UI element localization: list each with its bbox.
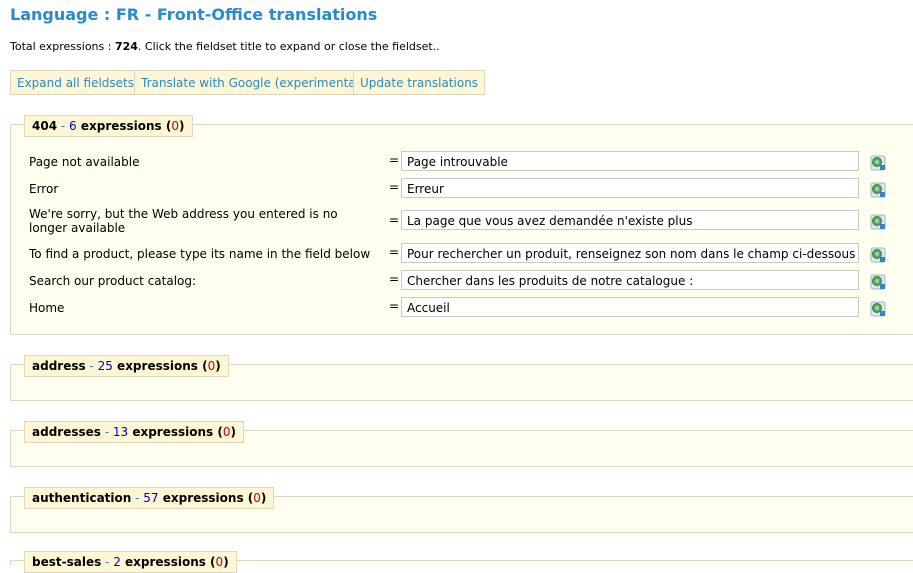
equals-sign: = bbox=[389, 245, 400, 259]
expression-label: Search our product catalog: bbox=[29, 274, 197, 288]
fieldset-word: expressions ( bbox=[128, 425, 223, 439]
expand-all-button[interactable]: Expand all fieldsets bbox=[10, 70, 142, 95]
expression-label: Error bbox=[29, 182, 59, 196]
fieldset-legend-addresses[interactable]: addresses - 13 expressions (0) bbox=[24, 421, 244, 443]
fieldset-legend-authentication[interactable]: authentication - 57 expressions (0) bbox=[24, 487, 275, 509]
fieldset-sep: - bbox=[85, 359, 98, 373]
total-count: 724 bbox=[114, 40, 138, 53]
expression-label: Page not available bbox=[29, 155, 140, 169]
fieldset-word: expressions ( bbox=[112, 359, 208, 373]
fieldset-close: ) bbox=[223, 555, 229, 569]
total-suffix: . Click the fieldset title to expand or … bbox=[137, 40, 440, 53]
translate-google-button[interactable]: Translate with Google (experimental) bbox=[134, 70, 371, 95]
translation-input[interactable]: Accueil bbox=[401, 297, 859, 317]
google-translate-icon[interactable] bbox=[870, 301, 886, 317]
translation-row: To find a product, please type its name … bbox=[29, 242, 909, 268]
expression-label: We're sorry, but the Web address you ent… bbox=[29, 207, 338, 235]
fieldset-count: 13 bbox=[112, 425, 129, 439]
fieldset-legend-best-sales[interactable]: best-sales - 2 expressions (0) bbox=[24, 551, 237, 573]
google-translate-icon[interactable] bbox=[870, 182, 886, 198]
fieldset-sep: - bbox=[101, 555, 114, 569]
equals-sign: = bbox=[389, 213, 400, 227]
google-translate-icon[interactable] bbox=[870, 247, 886, 263]
fieldset-404: 404 - 6 expressions (0) Page not availab… bbox=[10, 115, 913, 335]
translation-input[interactable]: Erreur bbox=[401, 178, 859, 198]
fieldset-close: ) bbox=[260, 491, 267, 505]
fieldset-count: 6 bbox=[69, 119, 77, 133]
page-title: Language : FR - Front-Office translation… bbox=[10, 5, 378, 24]
fieldset-name: 404 bbox=[32, 119, 58, 133]
fieldset-address: address - 25 expressions (0) bbox=[10, 355, 913, 401]
equals-sign: = bbox=[389, 272, 400, 286]
translation-input[interactable]: Pour rechercher un produit, renseignez s… bbox=[401, 243, 859, 263]
fieldset-missing: 0 bbox=[253, 491, 261, 505]
fieldset-best-sales: best-sales - 2 expressions (0) bbox=[10, 551, 913, 573]
fieldset-sep: - bbox=[57, 119, 70, 133]
translation-row: Home = Accueil bbox=[29, 296, 909, 322]
fieldset-close: ) bbox=[215, 359, 221, 373]
fieldset-authentication: authentication - 57 expressions (0) bbox=[10, 487, 913, 533]
fieldset-missing: 0 bbox=[171, 119, 180, 133]
translation-row: Search our product catalog: = Chercher d… bbox=[29, 269, 909, 295]
fieldset-addresses: addresses - 13 expressions (0) bbox=[10, 421, 913, 467]
fieldset-close: ) bbox=[230, 425, 236, 439]
fieldset-name: authentication bbox=[32, 491, 132, 505]
fieldset-legend-address[interactable]: address - 25 expressions (0) bbox=[24, 355, 229, 377]
fieldset-count: 2 bbox=[113, 555, 121, 569]
google-translate-icon[interactable] bbox=[870, 155, 886, 171]
expression-label: To find a product, please type its name … bbox=[29, 247, 371, 261]
fieldset-name: best-sales bbox=[32, 555, 102, 569]
fieldset-name: addresses bbox=[32, 425, 101, 439]
google-translate-icon[interactable] bbox=[870, 274, 886, 290]
translation-row: We're sorry, but the Web address you ent… bbox=[29, 205, 909, 237]
fieldset-count: 25 bbox=[97, 359, 113, 373]
fieldset-word: expressions ( bbox=[158, 491, 254, 505]
expression-label: Home bbox=[29, 301, 65, 315]
fieldset-count: 57 bbox=[143, 491, 159, 505]
fieldset-word: expressions ( bbox=[76, 119, 172, 133]
total-prefix: Total expressions : bbox=[10, 40, 115, 53]
equals-sign: = bbox=[389, 153, 400, 167]
translation-input[interactable]: La page que vous avez demandée n'existe … bbox=[401, 210, 859, 230]
fieldset-name: address bbox=[32, 359, 86, 373]
fieldset-legend-404[interactable]: 404 - 6 expressions (0) bbox=[24, 115, 193, 137]
translation-input[interactable]: Page introuvable bbox=[401, 151, 859, 171]
fieldset-sep: - bbox=[131, 491, 144, 505]
fieldset-word: expressions ( bbox=[120, 555, 216, 569]
total-expressions: Total expressions : 724. Click the field… bbox=[10, 40, 440, 53]
equals-sign: = bbox=[389, 299, 400, 313]
translation-row: Page not available = Page introuvable bbox=[29, 151, 909, 177]
fieldset-sep: - bbox=[100, 425, 113, 439]
google-translate-icon[interactable] bbox=[870, 214, 886, 230]
translation-input[interactable]: Chercher dans les produits de notre cata… bbox=[401, 270, 859, 290]
fieldset-close: ) bbox=[179, 119, 185, 133]
fieldset-missing: 0 bbox=[222, 425, 231, 439]
update-translations-button[interactable]: Update translations bbox=[353, 70, 486, 95]
equals-sign: = bbox=[389, 180, 400, 194]
translation-row: Error = Erreur bbox=[29, 178, 909, 204]
